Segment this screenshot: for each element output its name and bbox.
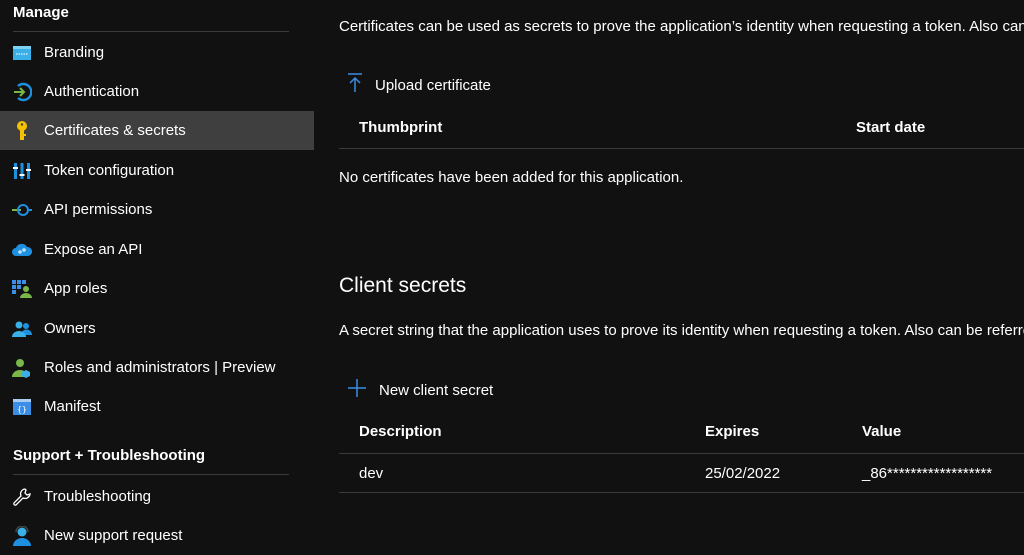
column-header-start-date[interactable]: Start date <box>856 119 925 136</box>
sidebar: Manage Branding Authentication Certifica… <box>0 0 314 553</box>
support-troubleshooting-heading: Support + Troubleshooting <box>13 447 206 464</box>
sidebar-item-label: Troubleshooting <box>44 488 152 505</box>
sidebar-item-label: Roles and administrators | Preview <box>44 359 276 376</box>
main-content: Certificates can be used as secrets to p… <box>314 0 1024 553</box>
divider <box>13 474 289 475</box>
sidebar-item-label: Certificates & secrets <box>44 122 186 139</box>
divider <box>13 31 289 32</box>
key-icon <box>12 120 32 141</box>
secret-value-cell[interactable]: _86****************** <box>862 465 992 482</box>
manifest-icon: {} <box>12 397 32 417</box>
sidebar-item-label: Manifest <box>44 398 101 415</box>
api-permissions-icon <box>12 200 32 220</box>
sidebar-item-label: App roles <box>44 280 108 297</box>
table-divider <box>339 492 1024 493</box>
column-header-value[interactable]: Value <box>862 423 901 440</box>
cloud-icon <box>12 240 32 260</box>
sidebar-item-label: Branding <box>44 44 105 61</box>
branding-icon <box>12 43 32 63</box>
sidebar-item-label: Token configuration <box>44 162 175 179</box>
sidebar-item-authentication[interactable]: Authentication <box>0 72 314 111</box>
sidebar-item-certificates-secrets[interactable]: Certificates & secrets <box>0 111 314 150</box>
client-secrets-title: Client secrets <box>339 274 467 297</box>
table-divider <box>339 453 1024 454</box>
new-client-secret-button[interactable]: New client secret <box>347 378 493 402</box>
sidebar-item-label: Authentication <box>44 83 140 100</box>
wrench-icon <box>12 487 32 507</box>
sidebar-item-label: New support request <box>44 527 183 544</box>
sidebar-item-label: Expose an API <box>44 241 143 258</box>
secret-expires-cell: 25/02/2022 <box>705 465 781 482</box>
token-configuration-icon <box>12 161 32 181</box>
owners-icon <box>12 319 32 339</box>
certificates-description: Certificates can be used as secrets to p… <box>339 18 1024 35</box>
svg-text:{}: {} <box>17 405 27 414</box>
sidebar-item-app-roles[interactable]: App roles <box>0 269 314 308</box>
upload-certificate-label: Upload certificate <box>375 76 491 94</box>
sidebar-item-token-configuration[interactable]: Token configuration <box>0 151 314 190</box>
sidebar-item-api-permissions[interactable]: API permissions <box>0 190 314 229</box>
sidebar-item-owners[interactable]: Owners <box>0 309 314 348</box>
upload-certificate-button[interactable]: Upload certificate <box>347 73 491 97</box>
sidebar-item-troubleshooting[interactable]: Troubleshooting <box>0 477 314 516</box>
sidebar-item-label: Owners <box>44 320 96 337</box>
column-header-thumbprint[interactable]: Thumbprint <box>359 119 442 136</box>
sidebar-item-manifest[interactable]: {} Manifest <box>0 387 314 426</box>
column-header-description[interactable]: Description <box>359 423 442 440</box>
sidebar-item-new-support-request[interactable]: New support request <box>0 516 314 555</box>
table-divider <box>339 148 1024 149</box>
app-roles-icon <box>12 279 32 299</box>
new-client-secret-label: New client secret <box>379 381 494 399</box>
authentication-icon <box>12 82 32 102</box>
secret-description-cell: dev <box>359 465 384 482</box>
upload-icon <box>347 73 363 97</box>
client-secrets-description: A secret string that the application use… <box>339 322 1024 339</box>
manage-heading: Manage <box>13 4 69 21</box>
sidebar-item-label: API permissions <box>44 201 153 218</box>
sidebar-item-branding[interactable]: Branding <box>0 33 314 72</box>
sidebar-item-expose-an-api[interactable]: Expose an API <box>0 230 314 269</box>
plus-icon <box>347 378 367 402</box>
certificates-empty-message: No certificates have been added for this… <box>339 169 684 186</box>
column-header-expires[interactable]: Expires <box>705 423 759 440</box>
sidebar-item-roles-and-administrators[interactable]: Roles and administrators | Preview <box>0 348 314 387</box>
support-person-icon <box>12 525 32 546</box>
roles-admin-icon <box>12 358 32 378</box>
